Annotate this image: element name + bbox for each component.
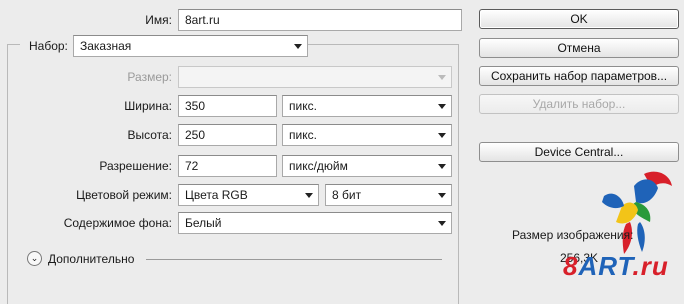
size-select [178, 66, 452, 88]
chevron-down-icon [294, 44, 302, 49]
device-central-button[interactable]: Device Central... [479, 142, 679, 162]
bit-depth-value: 8 бит [332, 188, 362, 202]
expand-advanced-button[interactable]: ⌄ [27, 251, 42, 266]
color-mode-value: Цвета RGB [185, 188, 248, 202]
ok-button[interactable]: OK [479, 9, 679, 29]
preset-label: Набор: [20, 37, 75, 55]
height-label: Высота: [127, 128, 172, 142]
resolution-unit-select[interactable]: пикс/дюйм [282, 155, 452, 177]
image-size-label: Размер изображения: [512, 228, 634, 242]
height-unit-value: пикс. [289, 128, 317, 142]
resolution-label: Разрешение: [99, 159, 172, 173]
chevron-down-icon [438, 75, 446, 80]
watermark-art: ART [578, 251, 633, 281]
name-label: Имя: [145, 13, 172, 27]
background-select[interactable]: Белый [178, 212, 452, 234]
watermark-logo: 8ART.ru [563, 251, 669, 281]
chevron-down-icon [438, 221, 446, 226]
color-mode-select[interactable]: Цвета RGB [178, 184, 319, 206]
color-mode-label: Цветовой режим: [76, 188, 172, 202]
height-input[interactable]: 250 [178, 124, 277, 146]
resolution-input[interactable]: 72 [178, 155, 277, 177]
chevron-down-icon [438, 104, 446, 109]
save-preset-button[interactable]: Сохранить набор параметров... [479, 66, 679, 86]
advanced-label: Дополнительно [48, 252, 135, 266]
chevron-down-icon [305, 193, 313, 198]
background-value: Белый [185, 216, 222, 230]
width-label: Ширина: [124, 99, 172, 113]
delete-preset-button: Удалить набор... [479, 94, 679, 114]
bit-depth-select[interactable]: 8 бит [325, 184, 452, 206]
cancel-button[interactable]: Отмена [479, 38, 679, 58]
chevron-down-icon [438, 133, 446, 138]
double-chevron-down-icon: ⌄ [30, 253, 39, 263]
width-unit-value: пикс. [289, 99, 317, 113]
width-input[interactable]: 350 [178, 95, 277, 117]
width-unit-select[interactable]: пикс. [282, 95, 452, 117]
preset-select[interactable]: Заказная [73, 35, 308, 57]
resolution-unit-value: пикс/дюйм [289, 159, 348, 173]
height-unit-select[interactable]: пикс. [282, 124, 452, 146]
advanced-divider [146, 259, 442, 260]
watermark-8: 8 [563, 251, 579, 281]
watermark-ru: .ru [632, 251, 669, 281]
size-label: Размер: [127, 70, 172, 84]
name-input[interactable]: 8art.ru [178, 9, 462, 31]
background-label: Содержимое фона: [63, 216, 172, 230]
preset-select-value: Заказная [80, 39, 132, 53]
chevron-down-icon [438, 164, 446, 169]
chevron-down-icon [438, 193, 446, 198]
